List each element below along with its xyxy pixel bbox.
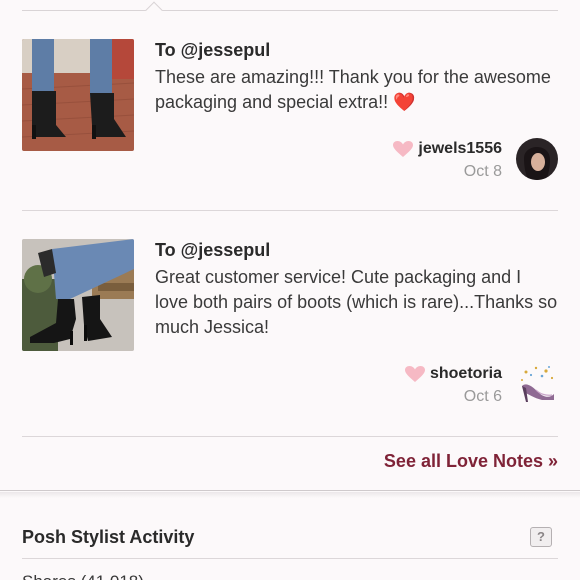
section-divider: [0, 490, 580, 491]
note-message: These are amazing!!! Thank you for the a…: [155, 67, 551, 112]
listing-thumbnail[interactable]: [22, 39, 134, 151]
shares-row[interactable]: Shares (41,018): [22, 572, 144, 580]
note-date: Oct 6: [463, 388, 502, 405]
high-heel-shoe-icon[interactable]: [516, 364, 558, 406]
posh-stylist-activity-title: Posh Stylist Activity: [22, 527, 195, 547]
row-divider: [22, 558, 558, 559]
row-divider: [22, 436, 558, 437]
help-icon[interactable]: ?: [530, 527, 552, 547]
love-note: To @jessepul Great customer service! Cut…: [22, 239, 558, 409]
heart-icon: [393, 141, 414, 157]
note-recipient[interactable]: To @jessepul: [155, 239, 270, 261]
note-recipient[interactable]: To @jessepul: [155, 39, 270, 61]
note-author[interactable]: shoetoria: [404, 364, 502, 384]
user-avatar-icon[interactable]: [516, 138, 558, 180]
note-author[interactable]: jewels1556: [392, 139, 502, 159]
listing-thumbnail[interactable]: [22, 239, 134, 351]
top-divider: [22, 10, 558, 11]
section-shadow: [0, 492, 580, 498]
love-note: To @jessepul These are amazing!!! Thank …: [22, 39, 558, 184]
author-username: shoetoria: [429, 365, 502, 382]
row-divider: [22, 210, 558, 211]
top-caret: [145, 1, 163, 19]
note-message: Great customer service! Cute packaging a…: [155, 267, 558, 337]
author-username: jewels1556: [418, 140, 502, 157]
heart-icon: [404, 366, 425, 382]
note-date: Oct 8: [463, 163, 502, 180]
see-all-love-notes-link[interactable]: See all Love Notes »: [384, 450, 558, 472]
